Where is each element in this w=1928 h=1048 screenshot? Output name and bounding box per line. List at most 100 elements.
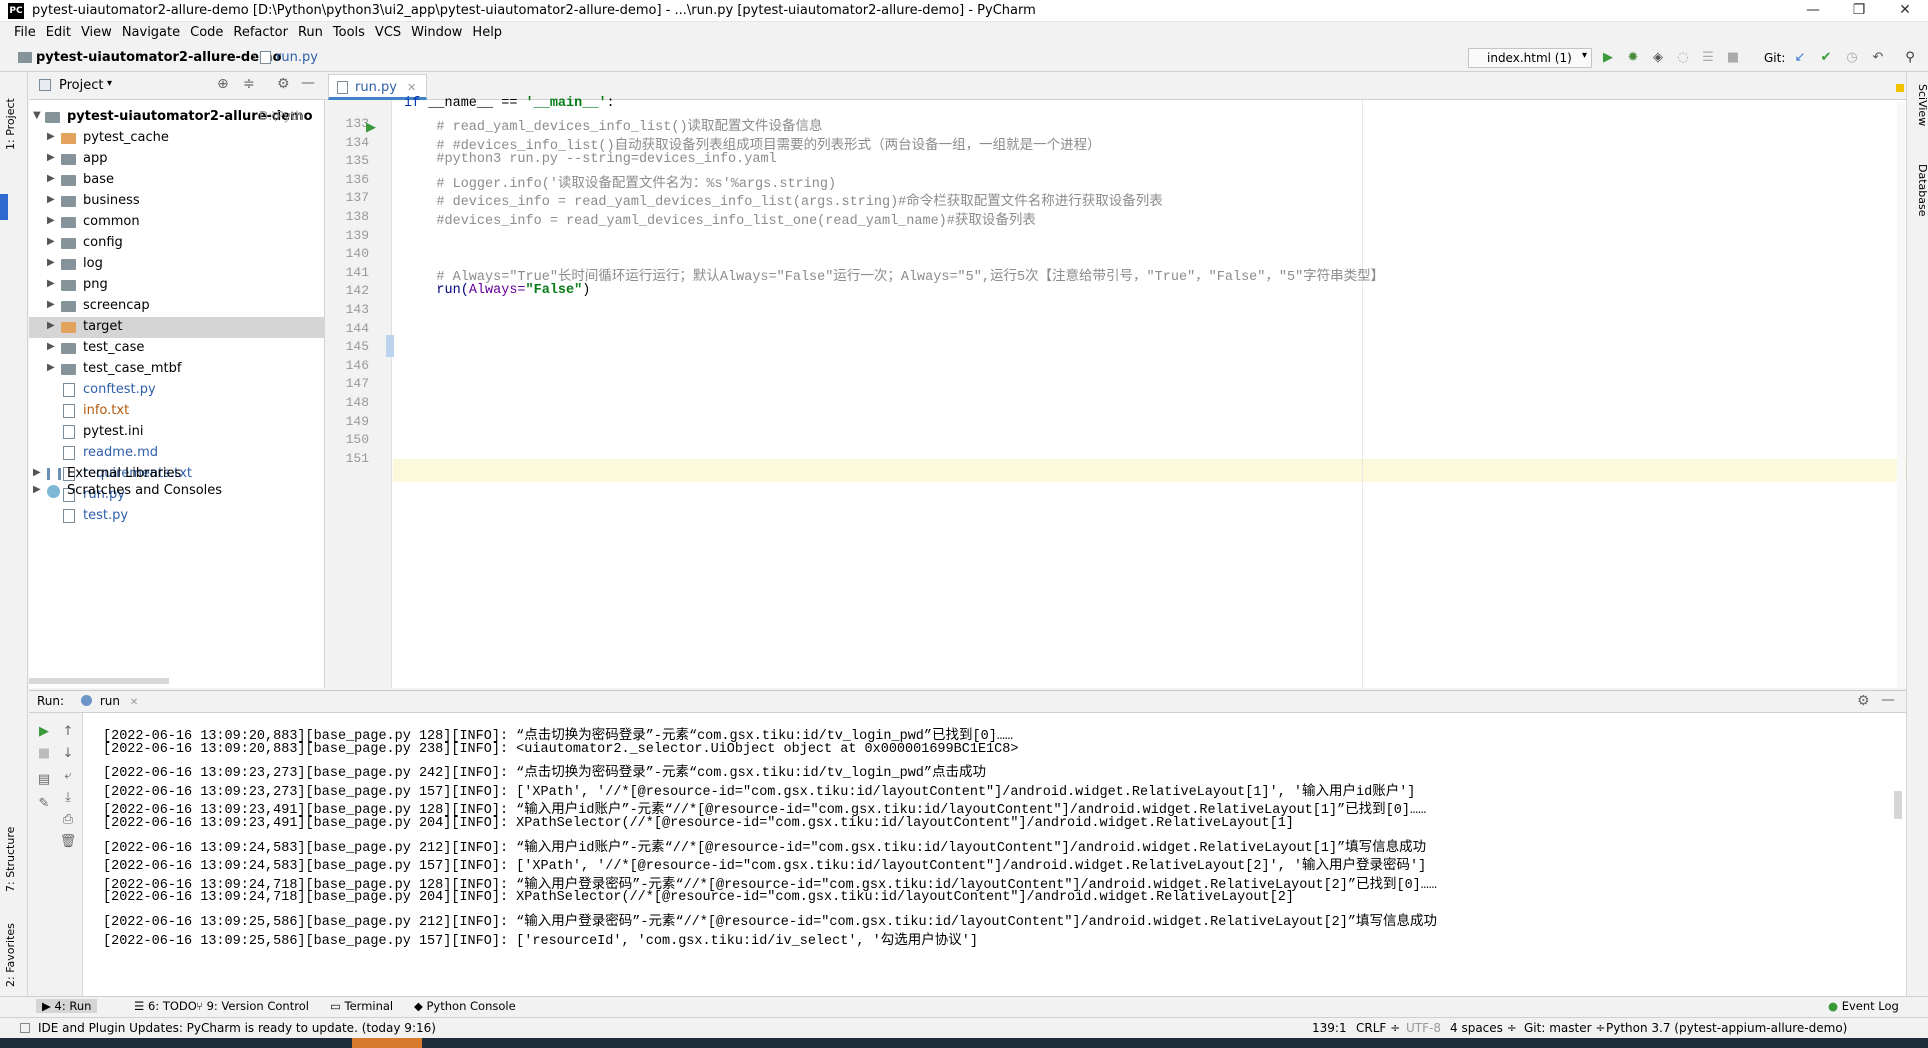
tree-item[interactable]: conftest.py <box>29 380 325 401</box>
restore-button[interactable]: ❐ <box>1836 0 1882 22</box>
tree-item[interactable]: ▶ target <box>29 317 325 338</box>
project-view-select[interactable]: Project <box>59 78 103 93</box>
indent-setting[interactable]: 4 spaces ÷ <box>1450 1021 1517 1035</box>
collapse-all-icon[interactable]: ≑ <box>243 76 255 92</box>
stop-icon[interactable]: ■ <box>35 745 53 763</box>
print-icon[interactable]: ⎙ <box>59 811 77 829</box>
code-line-134[interactable]: # read_yaml_devices_info_list()读取配置文件设备信… <box>404 114 822 135</box>
run-tab[interactable]: run ✕ <box>81 694 138 708</box>
coverage-icon[interactable]: ◈ <box>1648 48 1668 68</box>
pin-icon[interactable]: ✎ <box>35 795 53 813</box>
tool-tab-python-console[interactable]: ◆ Python Console <box>414 999 516 1013</box>
tree-item[interactable]: ▶ common <box>29 212 325 233</box>
menu-code[interactable]: Code <box>185 22 228 45</box>
tree-item[interactable]: ▶ test_case <box>29 338 325 359</box>
tool-tab-terminal[interactable]: ▭ Terminal <box>330 999 393 1013</box>
tree-item[interactable]: ▶ screencap <box>29 296 325 317</box>
git-branch[interactable]: Git: master ÷ <box>1524 1021 1605 1035</box>
event-log-tab[interactable]: ● Event Log <box>1828 999 1899 1013</box>
console-scrollbar[interactable] <box>1894 791 1902 819</box>
tree-item[interactable]: ▶ pytest_cache <box>29 128 325 149</box>
code-line-138[interactable]: # devices_info = read_yaml_devices_info_… <box>404 189 1162 210</box>
search-icon[interactable]: ⚲ <box>1900 48 1920 68</box>
tree-item[interactable]: ▶ test_case_mtbf <box>29 359 325 380</box>
menu-navigate[interactable]: Navigate <box>117 22 185 45</box>
debug-icon[interactable]: ✹ <box>1623 48 1643 68</box>
menu-view[interactable]: View <box>76 22 117 45</box>
console-line[interactable]: [2022-06-16 13:09:25,586][base_page.py 1… <box>103 928 978 951</box>
hide-icon[interactable]: — <box>301 75 315 91</box>
project-tool-tab[interactable]: 1: Project <box>4 80 24 150</box>
menu-file[interactable]: File <box>9 22 41 45</box>
close-tab-icon[interactable]: ✕ <box>130 697 138 708</box>
soft-wrap-icon[interactable]: ⤶ <box>59 767 77 785</box>
tool-tab-version-control[interactable]: ⑂ 9: Version Control <box>196 999 309 1013</box>
git-commit-icon[interactable]: ✔ <box>1816 48 1836 68</box>
status-message[interactable]: IDE and Plugin Updates: PyCharm is ready… <box>38 1021 436 1035</box>
profile-icon[interactable]: ◌ <box>1673 48 1693 68</box>
horizontal-scrollbar[interactable] <box>29 678 169 684</box>
scroll-to-end-icon[interactable]: ⤓ <box>59 789 77 807</box>
code-line-139[interactable]: #devices_info = read_yaml_devices_info_l… <box>404 208 1036 229</box>
tree-root[interactable]: ▼ pytest-uiautomator2-allure-demo D:\Pyt… <box>29 107 325 128</box>
breadcrumb-project[interactable]: pytest-uiautomator2-allure-demo <box>36 50 282 65</box>
code-line-133[interactable]: if __name__ == '__main__': <box>404 96 615 111</box>
code-line-143[interactable]: run(Always="False") <box>404 283 590 298</box>
locate-icon[interactable]: ⊕ <box>217 76 229 92</box>
structure-tool-tab[interactable]: 7: Structure <box>4 802 24 892</box>
tree-item[interactable]: info.txt <box>29 401 325 422</box>
tree-scratches[interactable]: ▶ Scratches and Consoles <box>29 481 325 502</box>
gear-icon[interactable]: ⚙ <box>1857 693 1870 709</box>
trash-icon[interactable]: 🗑 <box>59 833 77 851</box>
code-line-135[interactable]: # #devices_info_list()自动获取设备列表组成项目需要的列表形… <box>404 133 1100 154</box>
tree-item[interactable]: ▶ app <box>29 149 325 170</box>
run-gutter-icon[interactable]: ▶ <box>366 120 376 135</box>
layout-icon[interactable]: ▤ <box>35 771 53 789</box>
caret-position[interactable]: 139:1 <box>1312 1021 1347 1035</box>
code-line-142[interactable]: # Always="True"长时间循环运行运行；默认Always="False… <box>404 264 1384 285</box>
run-icon[interactable]: ▶ <box>1598 48 1618 68</box>
database-tool-tab[interactable]: Database <box>1909 164 1928 244</box>
code-line-136[interactable]: #python3 run.py --string=devices_info.ya… <box>404 152 776 167</box>
tree-item[interactable]: ▶ business <box>29 191 325 212</box>
menu-window[interactable]: Window <box>406 22 467 45</box>
status-toggle-icon[interactable] <box>20 1023 30 1033</box>
tool-tab-todo[interactable]: ☰ 6: TODO <box>134 999 197 1013</box>
run-configuration-select[interactable]: index.html (1) ▾ <box>1468 48 1592 68</box>
file-encoding[interactable]: UTF-8 <box>1406 1021 1441 1035</box>
tree-item[interactable]: ▶ png <box>29 275 325 296</box>
rerun-icon[interactable]: ▶ <box>35 723 53 741</box>
git-update-icon[interactable]: ↙ <box>1790 48 1810 68</box>
tool-tab-run[interactable]: ▶ 4: Run <box>36 999 98 1013</box>
editor-scrollbar[interactable] <box>1897 102 1905 688</box>
tree-item[interactable]: ▶ base <box>29 170 325 191</box>
inspection-warning-icon[interactable] <box>1896 84 1904 92</box>
scroll-down-icon[interactable]: ↓ <box>59 745 77 763</box>
concurrency-icon[interactable]: ☰ <box>1698 48 1718 68</box>
menu-tools[interactable]: Tools <box>328 22 370 45</box>
menu-run[interactable]: Run <box>293 22 328 45</box>
menu-edit[interactable]: Edit <box>41 22 76 45</box>
gear-icon[interactable]: ⚙ <box>277 76 290 92</box>
hide-icon[interactable]: — <box>1881 692 1895 708</box>
close-button[interactable]: ✕ <box>1882 0 1928 22</box>
tree-item[interactable]: ▶ config <box>29 233 325 254</box>
minimize-button[interactable]: — <box>1790 0 1836 22</box>
scroll-up-icon[interactable]: ↑ <box>59 723 77 741</box>
favorites-tool-tab[interactable]: 2: Favorites <box>4 907 24 987</box>
stop-icon[interactable]: ■ <box>1723 48 1743 68</box>
python-interpreter[interactable]: Python 3.7 (pytest-appium-allure-demo) <box>1606 1021 1847 1035</box>
breadcrumb-file[interactable]: run.py <box>276 50 318 65</box>
menu-vcs[interactable]: VCS <box>370 22 406 45</box>
git-revert-icon[interactable]: ↶ <box>1868 48 1888 68</box>
git-history-icon[interactable]: ◷ <box>1842 48 1862 68</box>
chevron-down-icon[interactable]: ▾ <box>107 78 112 89</box>
close-tab-icon[interactable]: ✕ <box>407 81 416 94</box>
line-separator[interactable]: CRLF ÷ <box>1356 1021 1400 1035</box>
tree-item[interactable]: ▶ log <box>29 254 325 275</box>
tree-item[interactable]: test.py <box>29 506 325 527</box>
tree-item[interactable]: pytest.ini <box>29 422 325 443</box>
menu-help[interactable]: Help <box>467 22 507 45</box>
menu-refactor[interactable]: Refactor <box>228 22 293 45</box>
tree-item[interactable]: readme.md <box>29 443 325 464</box>
